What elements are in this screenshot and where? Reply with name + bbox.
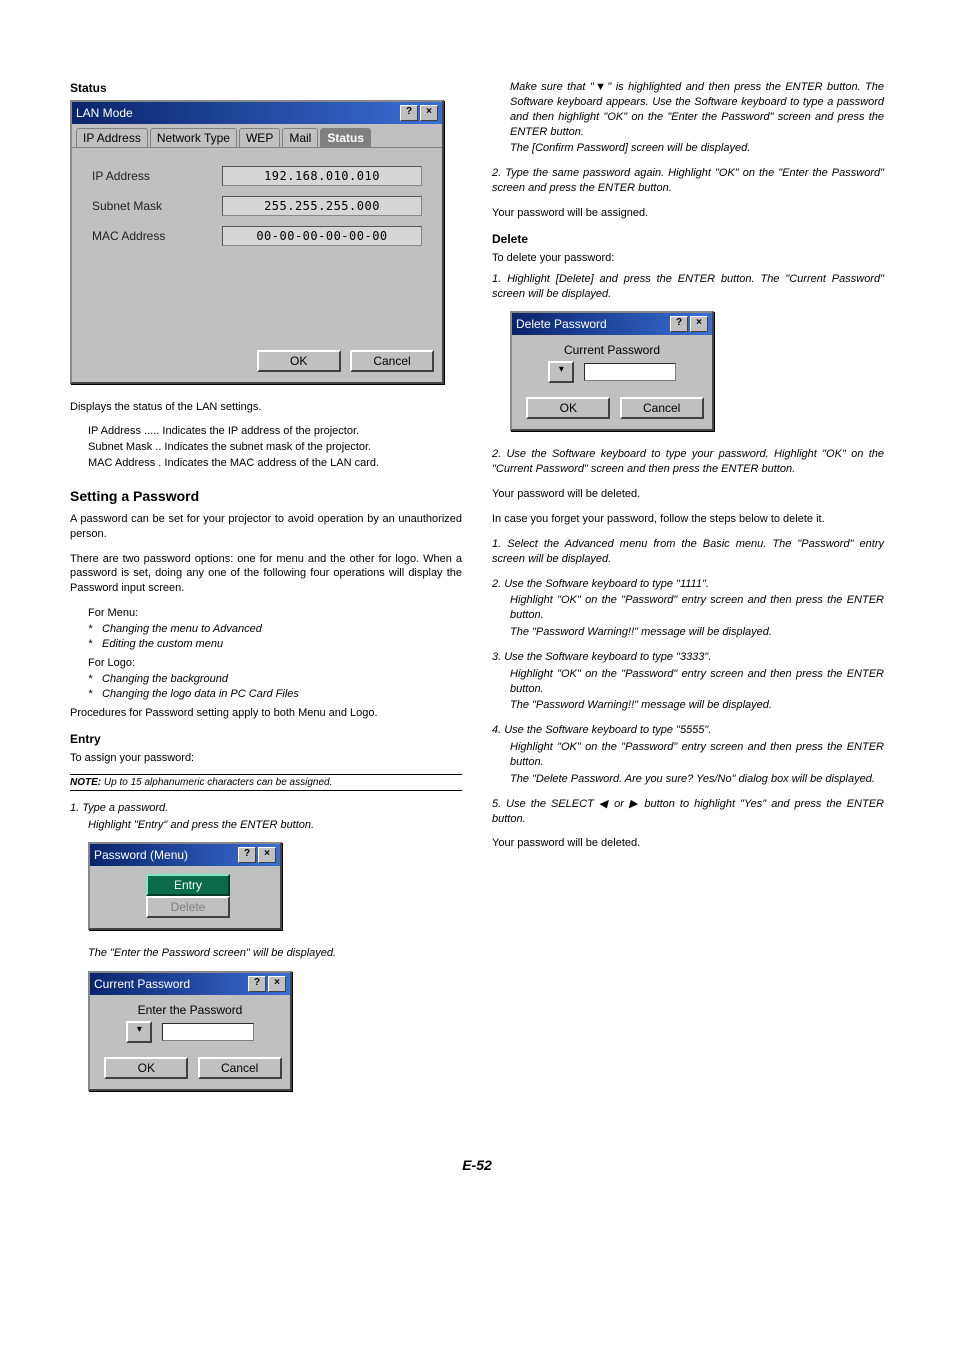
fg2b: Highlight "OK" on the "Password" entry s…: [510, 593, 884, 623]
page-number: E-52: [0, 1157, 954, 1193]
close-icon[interactable]: ×: [258, 847, 276, 863]
delete-button-disabled[interactable]: Delete: [146, 896, 230, 918]
tab-ipaddress[interactable]: IP Address: [76, 128, 148, 147]
curpwd-cancel-button[interactable]: Cancel: [198, 1057, 282, 1079]
for-logo-label: For Logo:: [88, 656, 462, 671]
enter-pw-shown: The "Enter the Password screen" will be …: [88, 946, 462, 961]
entry-heading: Entry: [70, 731, 462, 747]
fg4a: 4. Use the Software keyboard to type "55…: [492, 723, 884, 738]
help-icon[interactable]: ?: [400, 105, 418, 121]
lan-ok-button[interactable]: OK: [257, 350, 341, 372]
menu-item-2: Editing the custom menu: [88, 638, 462, 650]
lan-cancel-button[interactable]: Cancel: [350, 350, 434, 372]
logo-item-2: Changing the logo data in PC Card Files: [88, 688, 462, 700]
help-icon[interactable]: ?: [238, 847, 256, 863]
lan-tabs: IP Address Network Type WEP Mail Status: [72, 124, 442, 148]
current-password-dialog: Current Password ? × Enter the Password …: [88, 971, 292, 1091]
fg4c: The "Delete Password. Are you sure? Yes/…: [510, 772, 884, 787]
logo-item-1: Changing the background: [88, 673, 462, 685]
delpwd-title: Delete Password: [516, 317, 668, 331]
fg3b: Highlight "OK" on the "Password" entry s…: [510, 667, 884, 697]
close-icon[interactable]: ×: [690, 316, 708, 332]
ip-label: IP Address: [92, 169, 222, 183]
help-icon[interactable]: ?: [248, 976, 266, 992]
subnet-value: 255.255.255.000: [222, 196, 422, 216]
tab-mail[interactable]: Mail: [282, 128, 318, 147]
lan-title: LAN Mode: [76, 106, 398, 120]
note-line: NOTE: Up to 15 alphanumeric characters c…: [70, 774, 462, 791]
help-icon[interactable]: ?: [670, 316, 688, 332]
pwd-proc: Procedures for Password setting apply to…: [70, 706, 462, 721]
forgot-intro: In case you forget your password, follow…: [492, 512, 884, 527]
mac-label: MAC Address: [92, 229, 222, 243]
pwd-p1: A password can be set for your projector…: [70, 512, 462, 542]
fg2a: 2. Use the Software keyboard to type "11…: [492, 577, 884, 592]
close-icon[interactable]: ×: [268, 976, 286, 992]
ip-value: 192.168.010.010: [222, 166, 422, 186]
right-top1: Make sure that "▼" is highlighted and th…: [510, 80, 884, 139]
status-desc: Displays the status of the LAN settings.: [70, 400, 462, 415]
fg3a: 3. Use the Software keyboard to type "33…: [492, 650, 884, 665]
delete-password-input[interactable]: [584, 363, 676, 381]
mac-value: 00-00-00-00-00-00: [222, 226, 422, 246]
setting-password-heading: Setting a Password: [70, 487, 462, 506]
entry-step1a: 1. Type a password.: [70, 801, 462, 816]
tab-wep[interactable]: WEP: [239, 128, 280, 147]
pw-assigned: Your password will be assigned.: [492, 206, 884, 221]
fg5: 5. Use the SELECT ◀ or ▶ button to highl…: [492, 797, 884, 827]
lan-mode-dialog: LAN Mode ? × IP Address Network Type WEP…: [70, 100, 444, 384]
fg2c: The "Password Warning!!" message will be…: [510, 625, 884, 640]
tab-status[interactable]: Status: [320, 128, 371, 147]
right-step2: 2. Type the same password again. Highlig…: [492, 166, 884, 196]
close-icon[interactable]: ×: [420, 105, 438, 121]
fg1: 1. Select the Advanced menu from the Bas…: [492, 537, 884, 567]
password-input[interactable]: [162, 1023, 254, 1041]
tab-networktype[interactable]: Network Type: [150, 128, 237, 147]
delete-password-dialog: Delete Password ? × Current Password ▾ O…: [510, 311, 714, 431]
delpwd-cancel-button[interactable]: Cancel: [620, 397, 704, 419]
del-step1: 1. Highlight [Delete] and press the ENTE…: [492, 272, 884, 302]
delete-heading: Delete: [492, 231, 884, 247]
dropdown-icon[interactable]: ▾: [548, 361, 574, 383]
status-heading: Status: [70, 80, 462, 96]
note-text: Up to 15 alphanumeric characters can be …: [101, 777, 332, 788]
def-subnet: Subnet Mask .. Indicates the subnet mask…: [88, 441, 462, 453]
entry-step1b: Highlight "Entry" and press the ENTER bu…: [88, 818, 462, 833]
fg3c: The "Password Warning!!" message will be…: [510, 698, 884, 713]
pw-deleted1: Your password will be deleted.: [492, 487, 884, 502]
delete-desc: To delete your password:: [492, 251, 884, 266]
subnet-label: Subnet Mask: [92, 199, 222, 213]
pwd-p2: There are two password options: one for …: [70, 552, 462, 597]
curpwd-label: Enter the Password: [90, 995, 290, 1019]
entry-button[interactable]: Entry: [146, 874, 230, 896]
dropdown-icon[interactable]: ▾: [126, 1021, 152, 1043]
def-ip: IP Address ..... Indicates the IP addres…: [88, 425, 462, 437]
lan-titlebar: LAN Mode ? ×: [72, 102, 442, 124]
pw-deleted2: Your password will be deleted.: [492, 836, 884, 851]
curpwd-ok-button[interactable]: OK: [104, 1057, 188, 1079]
pwdmenu-title: Password (Menu): [94, 848, 236, 862]
entry-desc: To assign your password:: [70, 751, 462, 766]
delpwd-ok-button[interactable]: OK: [526, 397, 610, 419]
note-label: NOTE:: [70, 777, 101, 788]
menu-item-1: Changing the menu to Advanced: [88, 623, 462, 635]
curpwd-title: Current Password: [94, 977, 246, 991]
del-step2: 2. Use the Software keyboard to type you…: [492, 447, 884, 477]
delpwd-label: Current Password: [512, 335, 712, 359]
right-top2: The [Confirm Password] screen will be di…: [510, 141, 884, 156]
fg4b: Highlight "OK" on the "Password" entry s…: [510, 740, 884, 770]
for-menu-label: For Menu:: [88, 606, 462, 621]
def-mac: MAC Address . Indicates the MAC address …: [88, 457, 462, 469]
password-menu-dialog: Password (Menu) ? × Entry Delete: [88, 842, 282, 930]
